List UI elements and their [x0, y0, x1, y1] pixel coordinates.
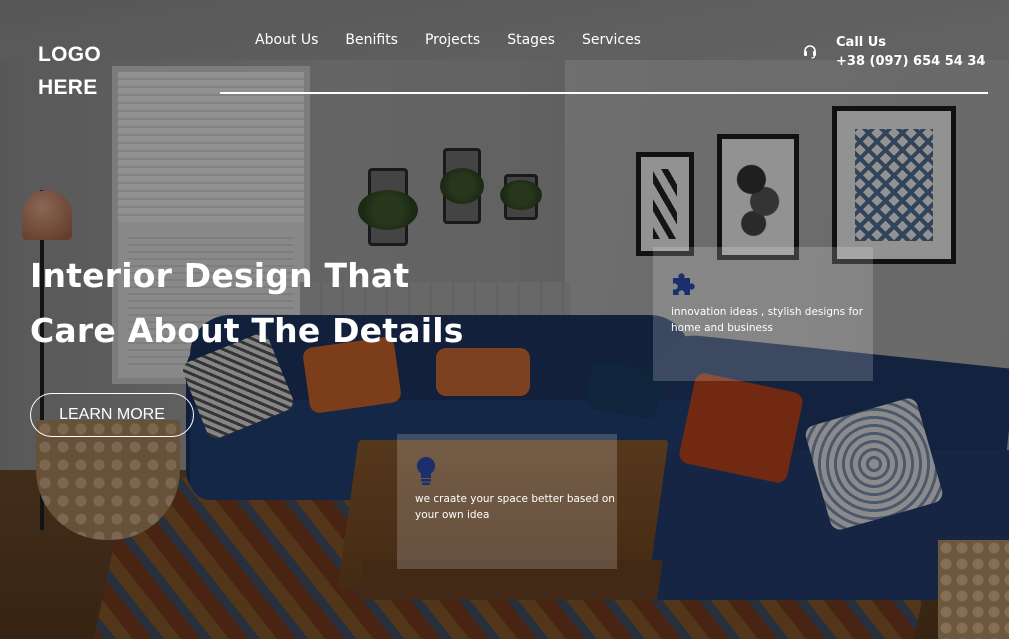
logo-line-1: LOGO	[38, 43, 102, 66]
logo[interactable]: LOGO HERE	[38, 38, 101, 104]
hero-heading: Interior Design That Care About The Deta…	[30, 248, 464, 358]
nav-item-services[interactable]: Services	[582, 32, 641, 48]
headset-icon	[802, 43, 822, 63]
logo-line-2: HERE	[38, 76, 98, 99]
call-us-block[interactable]: Call Us +38 (097) 654 54 34	[802, 33, 985, 72]
nav-item-about-us[interactable]: About Us	[255, 32, 318, 48]
feature-card-text: we craate your space better based on you…	[415, 493, 615, 521]
nav-item-stages[interactable]: Stages	[507, 32, 555, 48]
lightbulb-icon	[415, 456, 437, 486]
nav-item-benifits[interactable]: Benifits	[345, 32, 398, 48]
feature-card-text: innovation ideas , stylish designs for h…	[671, 306, 863, 334]
feature-card-ideas: we craate your space better based on you…	[397, 434, 617, 569]
feature-card-innovation: innovation ideas , stylish designs for h…	[653, 247, 873, 381]
hero-heading-line-2: Care About The Details	[30, 311, 464, 350]
phone-number[interactable]: +38 (097) 654 54 34	[836, 52, 985, 72]
nav-divider	[220, 92, 988, 94]
hero-heading-line-1: Interior Design That	[30, 256, 410, 295]
learn-more-button[interactable]: LEARN MORE	[30, 393, 194, 437]
call-us-label: Call Us	[836, 35, 887, 50]
nav-item-projects[interactable]: Projects	[425, 32, 480, 48]
main-nav: About Us Benifits Projects Stages Servic…	[255, 32, 668, 48]
puzzle-icon	[670, 270, 698, 298]
